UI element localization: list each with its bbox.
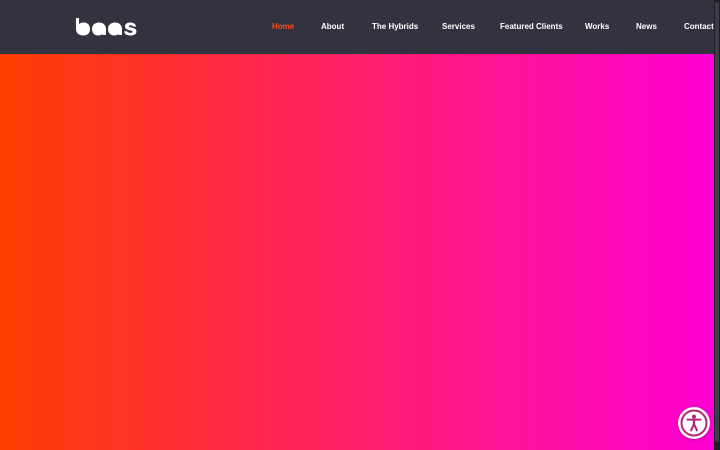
page: Home About The Hybrids Services Featured… <box>0 0 720 450</box>
nav-item-featured-clients[interactable]: Featured Clients <box>500 21 563 33</box>
accessibility-icon <box>680 409 708 437</box>
accessibility-button[interactable] <box>678 407 710 439</box>
nav-item-news[interactable]: News <box>636 21 657 33</box>
hero-gradient <box>0 54 714 450</box>
nav-item-services[interactable]: Services <box>442 21 475 33</box>
nav-item-contact[interactable]: Contact <box>684 21 714 33</box>
nav-item-works[interactable]: Works <box>585 21 609 33</box>
main-nav: Home About The Hybrids Services Featured… <box>0 0 714 54</box>
page-scrollbar[interactable] <box>714 0 720 450</box>
scrollbar-thumb[interactable] <box>715 2 719 442</box>
nav-item-the-hybrids[interactable]: The Hybrids <box>372 21 418 33</box>
nav-item-about[interactable]: About <box>321 21 344 33</box>
nav-item-home[interactable]: Home <box>272 21 294 33</box>
site-header: Home About The Hybrids Services Featured… <box>0 0 714 54</box>
